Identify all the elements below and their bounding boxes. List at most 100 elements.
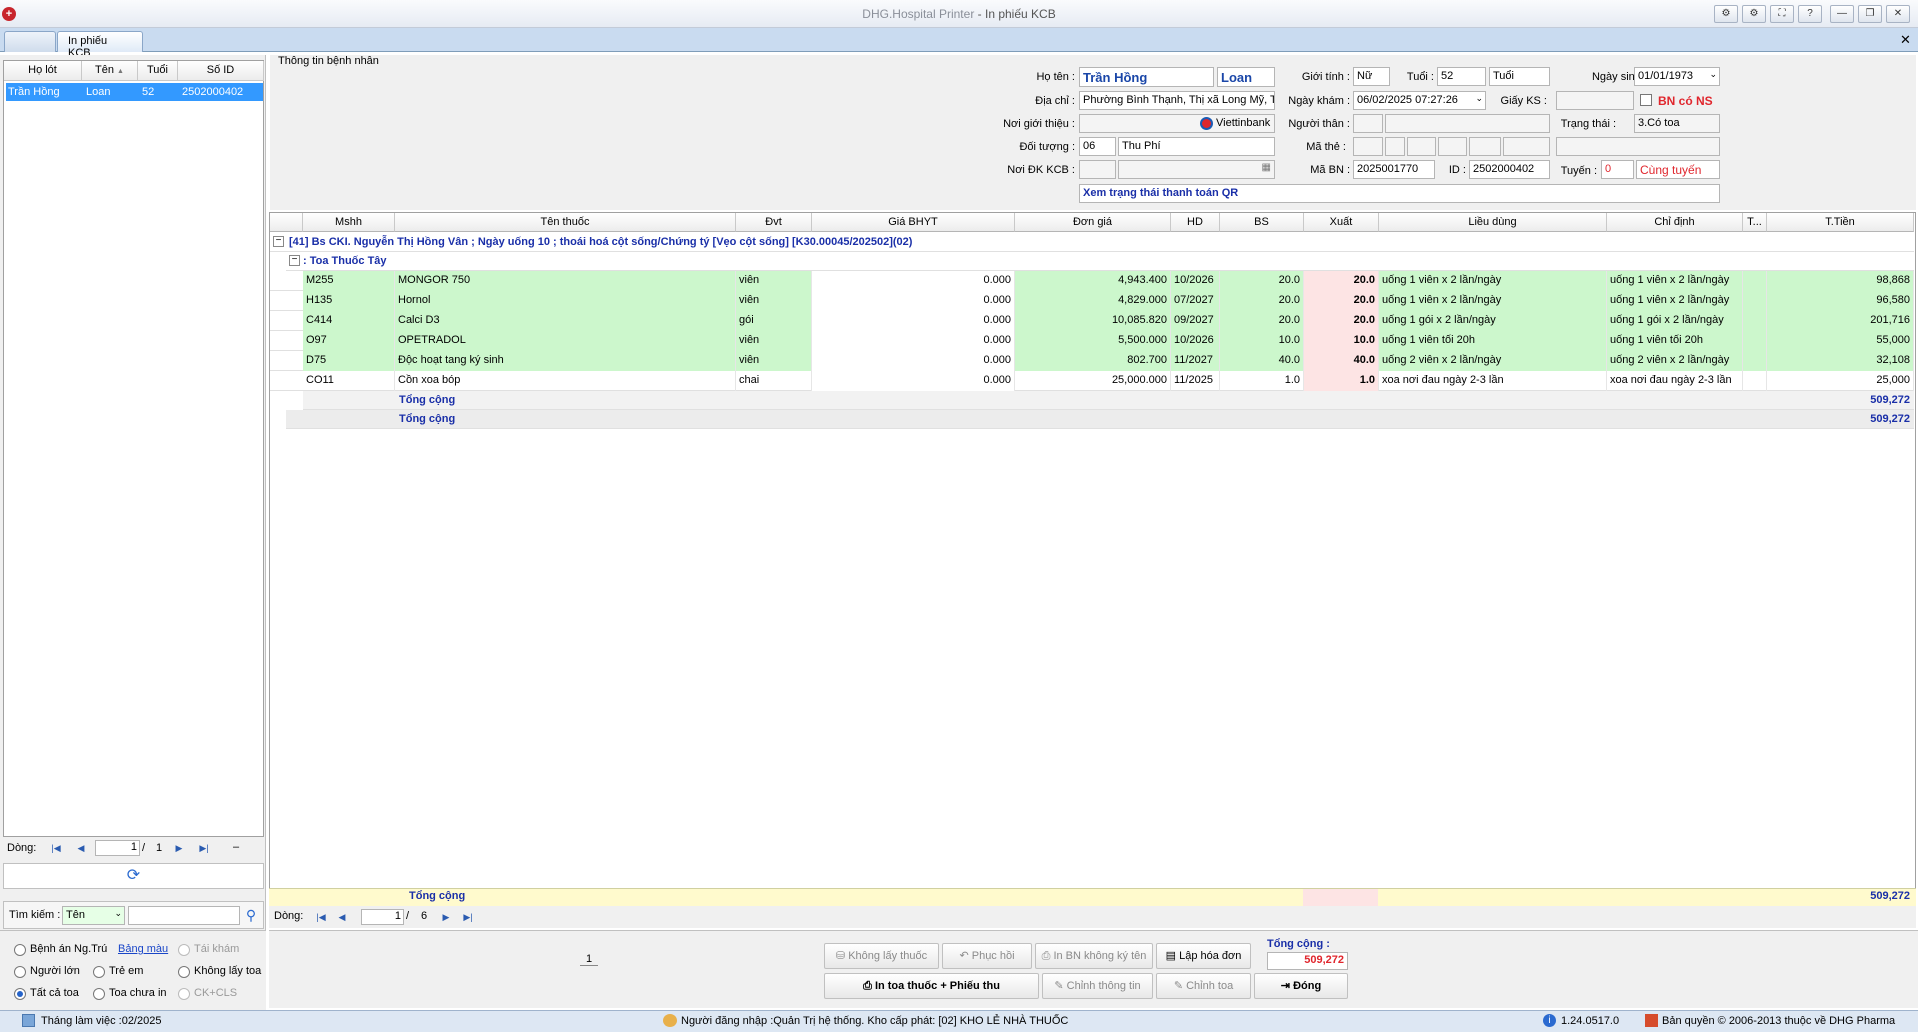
cell-bs[interactable]: 20.0 [1220, 271, 1304, 291]
trang-thai-field[interactable]: 3.Có toa [1634, 114, 1720, 133]
radio-toa-chua-in[interactable] [93, 988, 105, 1000]
cell-bs[interactable]: 10.0 [1220, 331, 1304, 351]
cell-tien[interactable]: 32,108 [1767, 351, 1914, 371]
cell-ten[interactable]: Calci D3 [395, 311, 736, 331]
col-xuat[interactable]: Xuất [1304, 213, 1379, 232]
cell-dvt[interactable]: chai [736, 371, 812, 391]
cell-dvt[interactable]: viên [736, 351, 812, 371]
cell-xuat[interactable]: 20.0 [1304, 311, 1379, 331]
tuyen-field[interactable]: Cùng tuyến [1636, 160, 1720, 179]
ma-the-part-4[interactable] [1438, 137, 1467, 156]
last-page-icon[interactable]: ▶| [197, 841, 211, 855]
chinh-thong-tin-button[interactable]: ✎ Chỉnh thông tin [1042, 973, 1153, 999]
tuoi-field[interactable]: 52 [1437, 67, 1486, 86]
col-ten-thuoc[interactable]: Tên thuốc [395, 213, 736, 232]
col-hd[interactable]: HD [1171, 213, 1220, 232]
col-ten[interactable]: Tên ▲ [82, 61, 138, 81]
patient-row[interactable]: Trần Hồng Loan 52 2502000402 [6, 83, 263, 101]
noi-gioi-thieu-field[interactable]: Viettinbank [1079, 114, 1275, 133]
cell-don-gia[interactable]: 5,500.000 [1015, 331, 1171, 351]
cell-mshh[interactable]: D75 [303, 351, 395, 371]
radio-tre-em[interactable] [93, 966, 105, 978]
cell-chi-dinh[interactable]: uống 2 viên x 2 lần/ngày [1607, 351, 1743, 371]
ma-bn-field[interactable]: 2025001770 [1353, 160, 1435, 179]
cell-gia-bhyt[interactable]: 0.000 [812, 271, 1015, 291]
col-lieu-dung[interactable]: Liều dùng [1379, 213, 1607, 232]
cell-dvt[interactable]: viên [736, 331, 812, 351]
first-page-icon[interactable]: |◀ [49, 841, 63, 855]
list-pager-dash[interactable]: – [233, 841, 239, 853]
tuyen-code-field[interactable]: 0 [1601, 160, 1634, 179]
close-tab-icon[interactable]: ✕ [1900, 32, 1911, 48]
tab-in-phieu-kcb[interactable]: In phiếu KCB [57, 31, 143, 59]
cell-t[interactable] [1743, 371, 1767, 391]
cell-chi-dinh[interactable]: uống 1 viên x 2 lần/ngày [1607, 291, 1743, 311]
gioi-tinh-field[interactable]: Nữ [1353, 67, 1390, 86]
cell-gia-bhyt[interactable]: 0.000 [812, 291, 1015, 311]
cell-don-gia[interactable]: 4,829.000 [1015, 291, 1171, 311]
phuc-hoi-button[interactable]: ↶ Phục hồi [942, 943, 1032, 969]
ma-the-part-6[interactable] [1503, 137, 1550, 156]
table-row[interactable]: CO11 Cồn xoa bóp chai 0.000 25,000.000 11/202… [270, 371, 1914, 391]
cell-lieu-dung[interactable]: uống 1 viên tối 20h [1379, 331, 1607, 351]
ma-the-extra-field[interactable] [1556, 137, 1720, 156]
cell-bs[interactable]: 1.0 [1220, 371, 1304, 391]
col-so-id[interactable]: Số ID [178, 61, 264, 81]
bang-mau-link[interactable]: Bảng màu [118, 943, 168, 955]
cell-chi-dinh[interactable]: xoa nơi đau ngày 2-3 lần [1607, 371, 1743, 391]
table-row[interactable]: M255 MONGOR 750 viên 0.000 4,943.400 10/2026 2… [270, 271, 1914, 291]
cell-chi-dinh[interactable]: uống 1 gói x 2 lần/ngày [1607, 311, 1743, 331]
table-row[interactable]: D75 Độc hoạt tang ký sinh viên 0.000 802.700… [270, 351, 1914, 371]
search-field-select[interactable]: Tên ⌄ [62, 906, 125, 925]
cell-mshh[interactable]: H135 [303, 291, 395, 311]
nguoi-than-field[interactable] [1385, 114, 1550, 133]
list-page-input[interactable]: 1 [95, 840, 140, 856]
cell-tien[interactable]: 55,000 [1767, 331, 1914, 351]
grid-page-input[interactable]: 1 [361, 909, 404, 925]
sub-group-row[interactable]: − : Toa Thuốc Tây [286, 252, 1914, 271]
collapse-icon[interactable]: − [289, 255, 300, 266]
cell-lieu-dung[interactable]: uống 1 gói x 2 lần/ngày [1379, 311, 1607, 331]
cell-t[interactable] [1743, 291, 1767, 311]
col-gia-bhyt[interactable]: Giá BHYT [812, 213, 1015, 232]
ho-lot-field[interactable]: Trần Hồng [1079, 67, 1214, 87]
cell-ten[interactable]: Độc hoạt tang ký sinh [395, 351, 736, 371]
cell-xuat[interactable]: 20.0 [1304, 271, 1379, 291]
next-page-icon[interactable]: ▶ [172, 841, 186, 855]
lap-hoa-don-button[interactable]: ▤ Lập hóa đơn [1156, 943, 1251, 969]
in-bn-khong-ky-ten-button[interactable]: ⎙ In BN không ký tên [1035, 943, 1153, 969]
bn-co-ns-checkbox[interactable] [1640, 94, 1652, 106]
col-chi-dinh[interactable]: Chỉ định [1607, 213, 1743, 232]
minimize-button[interactable]: — [1830, 5, 1854, 23]
chinh-toa-button[interactable]: ✎ Chỉnh toa [1156, 973, 1251, 999]
cell-xuat[interactable]: 20.0 [1304, 291, 1379, 311]
ma-the-part-3[interactable] [1407, 137, 1436, 156]
cell-lieu-dung[interactable]: uống 1 viên x 2 lần/ngày [1379, 271, 1607, 291]
cell-gia-bhyt[interactable]: 0.000 [812, 351, 1015, 371]
first-page-icon[interactable]: |◀ [314, 910, 328, 924]
cell-xuat[interactable]: 10.0 [1304, 331, 1379, 351]
ten-field[interactable]: Loan [1217, 67, 1275, 87]
search-input[interactable] [128, 906, 240, 925]
cell-don-gia[interactable]: 25,000.000 [1015, 371, 1171, 391]
collapse-icon[interactable]: − [273, 236, 284, 247]
cell-ten[interactable]: OPETRADOL [395, 331, 736, 351]
ma-the-part-2[interactable] [1385, 137, 1405, 156]
cell-chi-dinh[interactable]: uống 1 viên tối 20h [1607, 331, 1743, 351]
noi-dk-kcb-field[interactable]: ▦ [1118, 160, 1275, 179]
radio-nguoi-lon[interactable] [14, 966, 26, 978]
dong-button[interactable]: ⇥ Đóng [1254, 973, 1348, 999]
close-button[interactable]: ✕ [1886, 5, 1910, 23]
cell-bs[interactable]: 20.0 [1220, 291, 1304, 311]
cell-mshh[interactable]: C414 [303, 311, 395, 331]
search-icon[interactable]: ⚲ [242, 906, 260, 925]
col-bs[interactable]: BS [1220, 213, 1304, 232]
doi-tuong-field[interactable]: Thu Phí [1118, 137, 1275, 156]
last-page-icon[interactable]: ▶| [461, 910, 475, 924]
cell-t[interactable] [1743, 331, 1767, 351]
radio-benh-an[interactable] [14, 944, 26, 956]
settings-icon[interactable]: ⚙ [1742, 5, 1766, 23]
cell-t[interactable] [1743, 311, 1767, 331]
dia-chi-field[interactable]: Phường Bình Thạnh, Thị xã Long Mỹ, Tỉn [1079, 91, 1275, 110]
cell-ten[interactable]: Cồn xoa bóp [395, 371, 736, 391]
